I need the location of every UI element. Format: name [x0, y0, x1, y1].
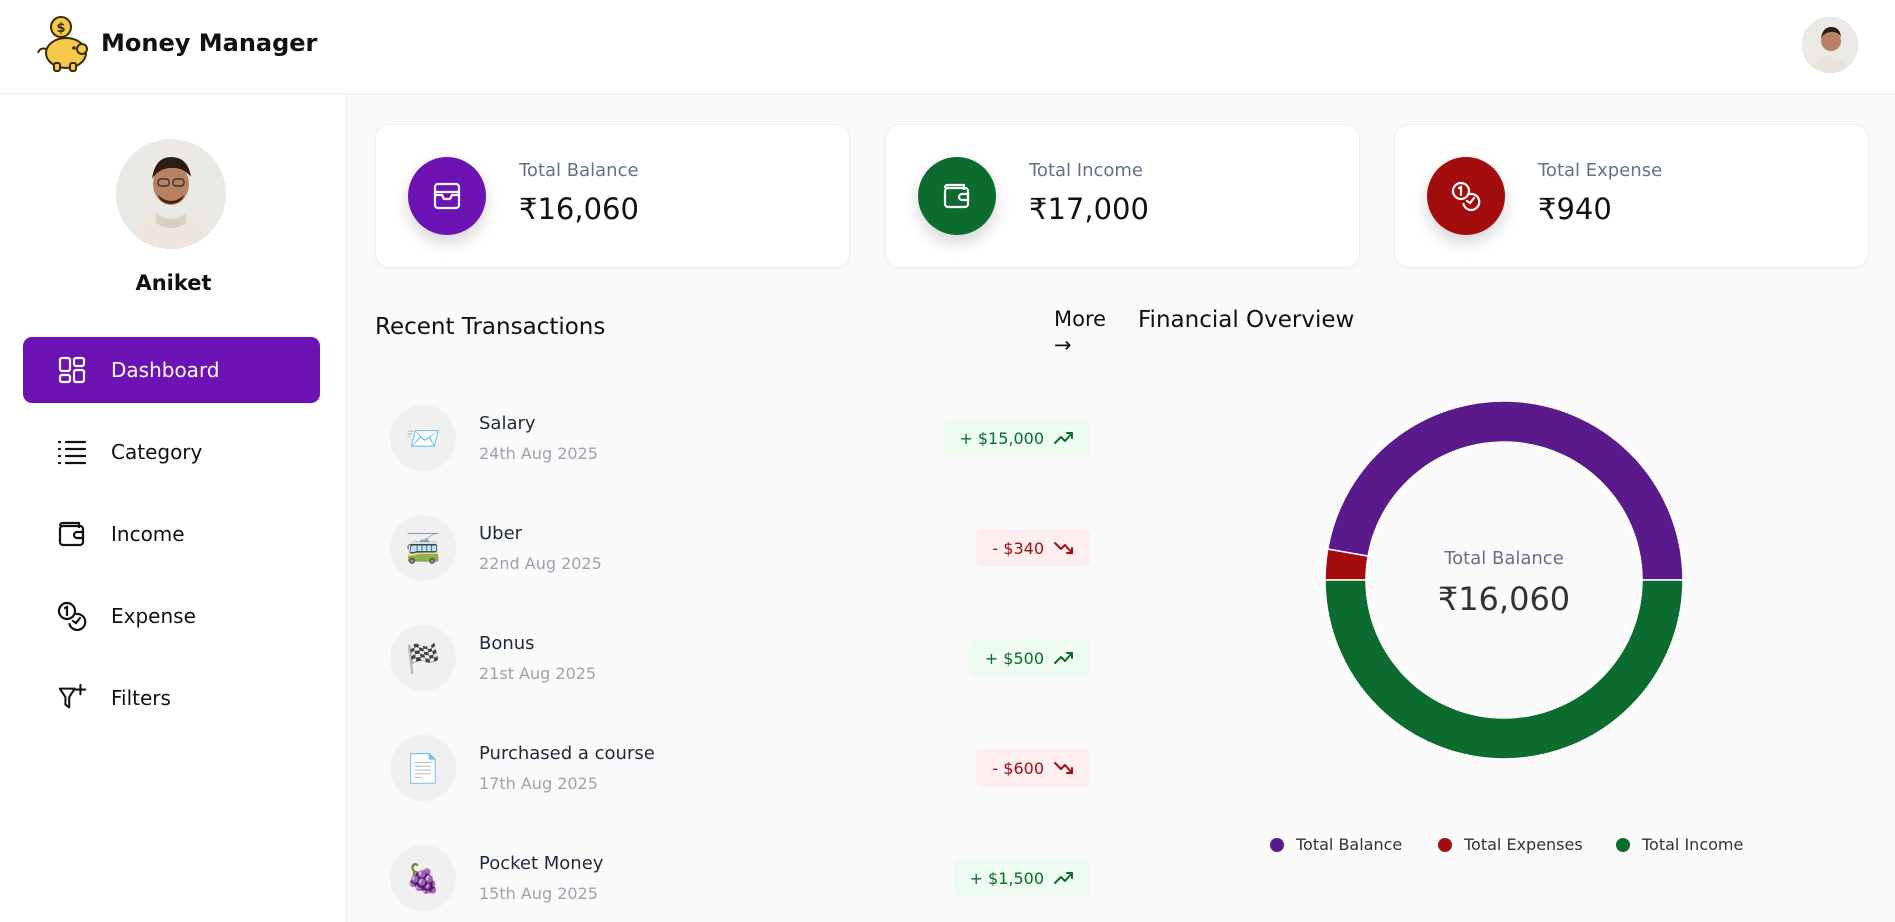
envelope-icon: 📨 [390, 405, 456, 471]
legend-item-total-balance: Total Balance [1270, 835, 1402, 854]
transaction-date: 15th Aug 2025 [479, 884, 598, 903]
transaction-date: 21st Aug 2025 [479, 664, 597, 683]
amount-badge: + $1,500 [953, 859, 1090, 897]
transaction-row[interactable]: 🏁 Bonus 21st Aug 2025 + $500 [390, 625, 1090, 693]
total-balance-card: Total Balance ₹16,060 [375, 124, 850, 268]
piggy-bank-logo-icon: $ [34, 15, 92, 73]
trend-up-icon [1054, 872, 1073, 884]
transaction-row[interactable]: 🍇 Pocket Money 15th Aug 2025 + $1,500 [390, 845, 1090, 913]
arrow-right-icon: → [1054, 333, 1072, 357]
transaction-date: 22nd Aug 2025 [479, 554, 602, 573]
user-avatar[interactable] [1802, 17, 1858, 73]
trend-down-icon [1054, 542, 1073, 554]
amount-text: - $340 [992, 538, 1044, 558]
sidebar-item-income[interactable]: Income [23, 501, 320, 567]
card-label: Total Income [1029, 160, 1143, 181]
card-label: Total Expense [1538, 160, 1663, 181]
transaction-row[interactable]: 🚎 Uber 22nd Aug 2025 - $340 [390, 515, 1090, 583]
trend-up-icon [1054, 432, 1073, 444]
dashboard-icon [57, 355, 87, 385]
total-expense-card: Total Expense ₹940 [1394, 124, 1869, 268]
legend-dot [1438, 837, 1452, 852]
donut-center-label: Total Balance [1444, 548, 1564, 569]
legend-item-total-expenses: Total Expenses [1438, 835, 1583, 854]
filter-icon [57, 683, 87, 713]
document-icon: 📄 [390, 735, 456, 801]
sidebar-item-label: Category [111, 440, 203, 464]
trolleybus-icon: 🚎 [390, 515, 456, 581]
financial-overview-title: Financial Overview [1138, 307, 1355, 333]
sidebar-item-label: Expense [111, 604, 196, 628]
amount-badge: + $15,000 [943, 419, 1090, 457]
card-value: ₹940 [1538, 192, 1612, 226]
more-link[interactable]: More → [1054, 306, 1106, 358]
wallet-icon [57, 519, 87, 549]
transaction-date: 17th Aug 2025 [479, 774, 598, 793]
transaction-name: Bonus [479, 633, 535, 654]
checkered-flag-icon: 🏁 [390, 625, 456, 691]
wallet-card-icon [408, 157, 486, 235]
legend-item-total-income: Total Income [1616, 835, 1743, 854]
trend-down-icon [1054, 762, 1073, 774]
trend-up-icon [1054, 652, 1073, 664]
transaction-row[interactable]: 📨 Salary 24th Aug 2025 + $15,000 [390, 405, 1090, 473]
transaction-name: Salary [479, 413, 536, 434]
sidebar-item-label: Income [111, 522, 185, 546]
list-icon [57, 437, 87, 467]
coins-icon [1427, 157, 1505, 235]
card-label: Total Balance [519, 160, 639, 181]
sidebar-item-category[interactable]: Category [23, 419, 320, 485]
wallet-icon [918, 157, 996, 235]
sidebar-item-label: Dashboard [111, 358, 220, 382]
transaction-name: Uber [479, 523, 523, 544]
top-bar: $ Money Manager [0, 0, 1895, 94]
amount-text: + $15,000 [959, 428, 1044, 448]
card-value: ₹16,060 [519, 192, 639, 226]
more-label: More [1054, 307, 1107, 331]
amount-text: + $1,500 [969, 868, 1044, 888]
coins-icon [57, 601, 87, 631]
legend-dot [1270, 837, 1284, 852]
sidebar: Aniket Dashboard Category Income Expense… [0, 95, 347, 922]
transaction-date: 24th Aug 2025 [479, 444, 598, 463]
amount-badge: - $340 [976, 529, 1090, 567]
app-title: Money Manager [101, 29, 318, 57]
legend-label: Total Income [1642, 835, 1744, 854]
card-value: ₹17,000 [1029, 192, 1149, 226]
sidebar-item-dashboard[interactable]: Dashboard [23, 337, 320, 403]
amount-text: + $500 [984, 648, 1044, 668]
profile-name: Aniket [135, 271, 212, 295]
legend-label: Total Expenses [1464, 835, 1583, 854]
donut-center-value: ₹16,060 [1437, 580, 1571, 618]
profile-avatar[interactable] [116, 139, 226, 249]
amount-badge: - $600 [976, 749, 1090, 787]
transaction-row[interactable]: 📄 Purchased a course 17th Aug 2025 - $60… [390, 735, 1090, 803]
legend-label: Total Balance [1296, 835, 1403, 854]
recent-transactions-title: Recent Transactions [375, 314, 606, 340]
svg-text:$: $ [56, 21, 65, 36]
amount-badge: + $500 [968, 639, 1090, 677]
sidebar-item-filters[interactable]: Filters [23, 665, 320, 731]
sidebar-item-expense[interactable]: Expense [23, 583, 320, 649]
transaction-name: Purchased a course [479, 743, 655, 764]
sidebar-item-label: Filters [111, 686, 171, 710]
transaction-name: Pocket Money [479, 853, 604, 874]
total-income-card: Total Income ₹17,000 [885, 124, 1360, 268]
grapes-icon: 🍇 [390, 845, 456, 911]
legend-dot [1616, 837, 1630, 852]
amount-text: - $600 [992, 758, 1044, 778]
